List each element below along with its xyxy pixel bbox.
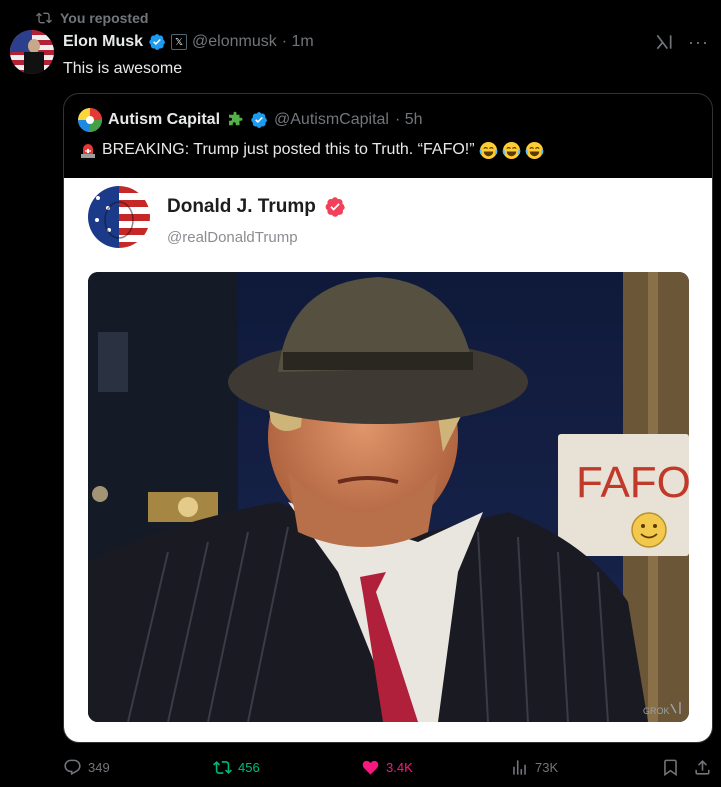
- sign-text: FAFO: [576, 458, 689, 507]
- repost-icon: [36, 12, 52, 24]
- quote-avatar[interactable]: [78, 108, 102, 132]
- tweet-header: Elon Musk 𝕏 @elonmusk · 1m: [63, 31, 314, 53]
- verified-icon: [251, 112, 268, 128]
- truth-author-name: Donald J. Trump: [167, 196, 316, 217]
- share-button[interactable]: [693, 756, 712, 778]
- author-name[interactable]: Elon Musk: [63, 33, 143, 51]
- like-button[interactable]: 3.4K: [361, 756, 413, 778]
- repost-icon: [213, 760, 232, 774]
- tweet-time[interactable]: · 1m: [282, 33, 314, 51]
- bookmark-button[interactable]: [661, 756, 680, 778]
- post-image[interactable]: FAFO GROK: [88, 272, 689, 722]
- x-affiliate-icon: 𝕏: [171, 34, 188, 50]
- laughing-emoji-icon: [525, 141, 543, 159]
- reply-count: 349: [88, 759, 110, 775]
- reply-icon: [64, 759, 81, 775]
- quoted-tweet[interactable]: Autism Capital @AutismCapital · 5h BREAK…: [63, 93, 713, 743]
- tweet-top-actions: ···: [654, 32, 709, 52]
- truth-post-card[interactable]: Donald J. Trump @realDonaldTrump FAFO GR…: [64, 178, 712, 742]
- reply-button[interactable]: 349: [63, 756, 110, 778]
- quote-header: Autism Capital @AutismCapital · 5h: [78, 108, 423, 132]
- truth-avatar: [88, 186, 150, 248]
- tweet-text: This is awesome: [63, 60, 183, 77]
- repost-label: You reposted: [60, 10, 149, 26]
- author-handle[interactable]: @elonmusk: [192, 33, 277, 51]
- truth-author-handle: @realDonaldTrump: [167, 229, 298, 246]
- laughing-emoji-icon: [479, 141, 497, 159]
- repost-button[interactable]: 456: [213, 756, 260, 778]
- like-count: 3.4K: [386, 759, 413, 775]
- quote-author-handle[interactable]: @AutismCapital: [274, 111, 389, 129]
- repost-indicator: You reposted: [36, 9, 148, 27]
- puzzle-icon: [229, 111, 243, 126]
- views-count: 73K: [535, 759, 559, 775]
- heart-icon: [362, 760, 379, 775]
- laughing-emoji-icon: [502, 141, 520, 159]
- share-icon: [695, 759, 710, 775]
- more-icon[interactable]: ···: [688, 33, 709, 51]
- quote-text: BREAKING: Trump just posted this to Trut…: [102, 141, 475, 158]
- truth-author-row: Donald J. Trump: [167, 196, 346, 218]
- views-button[interactable]: 73K: [510, 756, 558, 778]
- repost-count: 456: [238, 759, 260, 775]
- quote-text-row: BREAKING: Trump just posted this to Trut…: [78, 140, 544, 160]
- verified-icon: [149, 34, 166, 50]
- siren-icon: [81, 144, 95, 158]
- avatar[interactable]: [10, 30, 54, 74]
- views-icon: [513, 759, 526, 775]
- quote-author-name[interactable]: Autism Capital: [108, 111, 220, 129]
- grok-watermark: GROK: [643, 706, 670, 716]
- truth-verified-icon: [325, 197, 345, 217]
- grok-icon[interactable]: [654, 32, 674, 52]
- tweet-action-bar: 349 456 3.4K 73K: [63, 756, 715, 778]
- quote-time[interactable]: · 5h: [395, 111, 423, 129]
- bookmark-icon: [664, 759, 677, 776]
